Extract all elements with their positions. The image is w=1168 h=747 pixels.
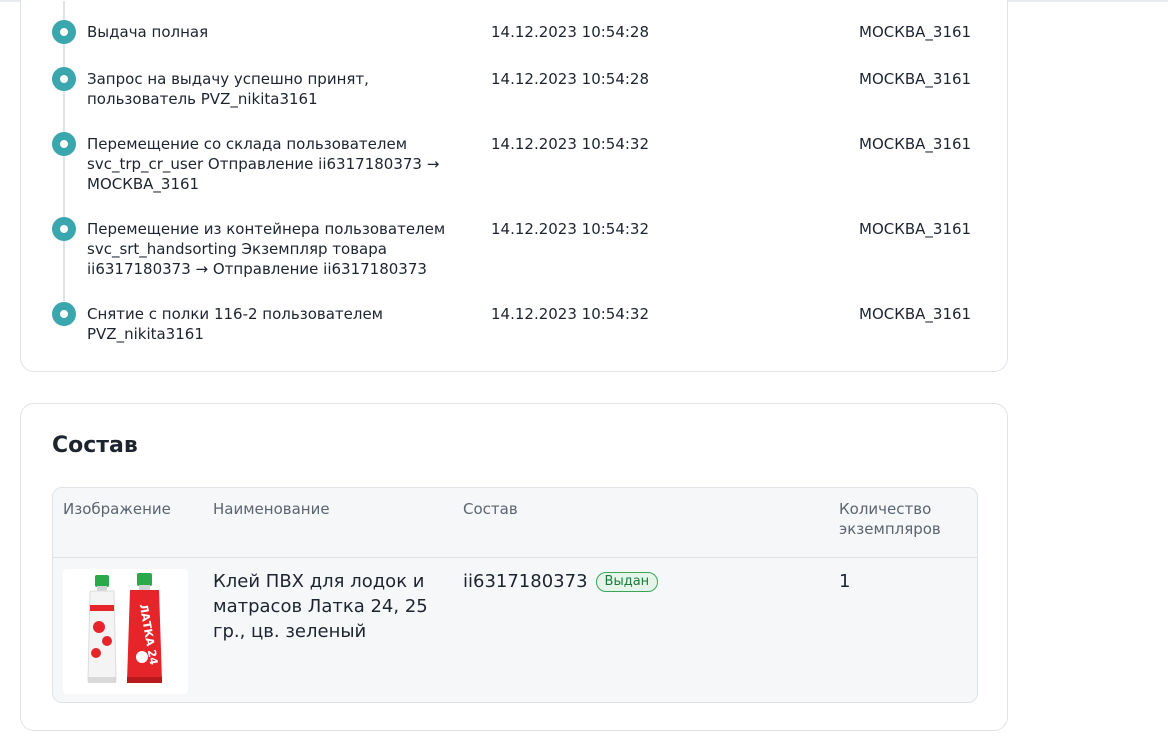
history-card: Выдача полная 14.12.2023 10:54:28 МОСКВА… xyxy=(20,0,1008,372)
event-place: МОСКВА_3161 xyxy=(859,23,972,41)
event-description: Перемещение со склада пользователем svc_… xyxy=(87,135,440,193)
event-description: Выдача полная xyxy=(87,23,209,41)
event-place: МОСКВА_3161 xyxy=(859,135,972,153)
product-name: Клей ПВХ для лодок и матрасов Латка 24, … xyxy=(213,571,428,642)
event-date: 14.12.2023 10:54:32 xyxy=(491,220,650,238)
column-header-quantity: Количество экземпляров xyxy=(839,500,941,538)
timeline-dot-icon xyxy=(52,20,76,44)
composition-table: Изображение Наименование Состав Количест… xyxy=(52,487,978,703)
product-image[interactable]: ЛАТКА 24 xyxy=(63,569,188,694)
column-header-name: Наименование xyxy=(213,500,330,518)
event-date: 14.12.2023 10:54:28 xyxy=(491,23,650,41)
column-header-composition: Состав xyxy=(463,500,518,518)
event-date: 14.12.2023 10:54:32 xyxy=(491,135,650,153)
timeline-dot-icon xyxy=(52,132,76,156)
event-description: Запрос на выдачу успешно принят, пользов… xyxy=(87,70,369,108)
timeline-dot-icon xyxy=(52,217,76,241)
event-description: Перемещение из контейнера пользователем … xyxy=(87,220,446,278)
event-place: МОСКВА_3161 xyxy=(859,70,972,88)
event-description: Снятие с полки 116-2 пользователем PVZ_n… xyxy=(87,305,384,343)
item-id: ii6317180373 xyxy=(463,571,588,592)
event-place: МОСКВА_3161 xyxy=(859,220,972,238)
timeline-dot-icon xyxy=(52,67,76,91)
quantity-cell: 1 xyxy=(839,571,851,592)
event-date: 14.12.2023 10:54:32 xyxy=(491,305,650,323)
column-header-image: Изображение xyxy=(63,500,171,518)
status-badge: Выдан xyxy=(595,572,659,592)
composition-cell: ii6317180373 Выдан xyxy=(463,569,659,594)
table-header: Изображение Наименование Состав Количест… xyxy=(53,488,977,558)
section-title: Состав xyxy=(52,433,138,458)
timeline-dot-icon xyxy=(52,302,76,326)
table-row: ЛАТКА 24 Клей ПВХ для лодок и матрасов Л… xyxy=(53,558,977,702)
composition-card: Состав Изображение Наименование Состав К… xyxy=(20,403,1008,731)
event-place: МОСКВА_3161 xyxy=(859,305,972,323)
event-date: 14.12.2023 10:54:28 xyxy=(491,70,650,88)
